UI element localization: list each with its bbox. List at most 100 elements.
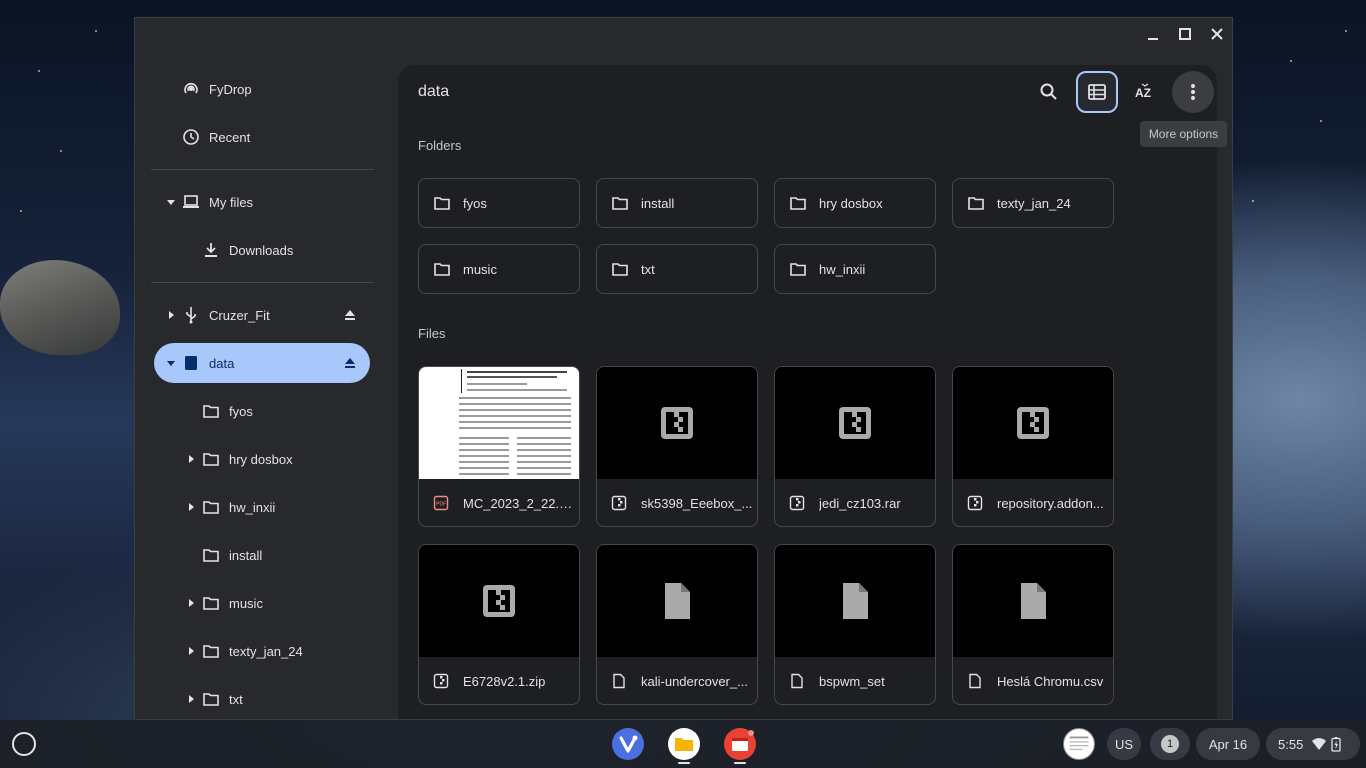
sidebar-item-folder[interactable]: install — [201, 535, 262, 575]
file-card[interactable]: kali-undercover_... — [596, 544, 758, 705]
folder-card[interactable]: hw_inxii — [774, 244, 936, 294]
folder-card[interactable]: hry dosbox — [774, 178, 936, 228]
generic-file-thumbnail — [953, 545, 1113, 657]
sidebar-item-label: data — [209, 355, 235, 371]
folder-icon — [434, 197, 450, 210]
sidebar-item-data[interactable]: data — [154, 343, 370, 383]
breadcrumb[interactable]: data — [418, 83, 449, 101]
more-options-tooltip: More options — [1140, 121, 1227, 147]
shelf: US 1 Apr 16 5:55 — [0, 720, 1366, 768]
terminal-app-icon[interactable] — [724, 728, 756, 760]
archive-icon — [611, 495, 627, 511]
minimize-icon[interactable] — [1142, 23, 1164, 45]
sidebar-item-folder[interactable]: txt — [201, 679, 243, 719]
sidebar-item-recent[interactable]: Recent — [181, 117, 250, 157]
sidebar-item-folder[interactable]: texty_jan_24 — [201, 631, 303, 671]
more-options-button[interactable] — [1172, 71, 1214, 113]
eject-icon[interactable] — [343, 308, 357, 322]
folder-card[interactable]: fyos — [418, 178, 580, 228]
expand-arrow-icon[interactable] — [186, 694, 196, 704]
folder-icon — [612, 263, 628, 276]
sidebar-item-folder[interactable]: hry dosbox — [201, 439, 293, 479]
sidebar: FyDrop Recent My files Downloads Cruzer_… — [135, 49, 397, 719]
archive-thumbnail — [775, 367, 935, 479]
expand-arrow-icon[interactable] — [186, 598, 196, 608]
sidebar-item-folder[interactable]: music — [201, 583, 263, 623]
folder-card[interactable]: txt — [596, 244, 758, 294]
notification-count-badge: 1 — [1161, 735, 1179, 753]
files-app-icon[interactable] — [668, 728, 700, 760]
archive-icon — [483, 585, 515, 617]
notification-counter[interactable]: 1 — [1150, 728, 1190, 760]
sidebar-item-label: Cruzer_Fit — [209, 307, 270, 323]
maximize-icon[interactable] — [1174, 23, 1196, 45]
keyboard-layout-indicator[interactable]: US — [1107, 728, 1141, 760]
sidebar-item-fydrop[interactable]: FyDrop — [181, 69, 252, 109]
archive-icon — [789, 495, 805, 511]
expand-arrow-icon[interactable] — [186, 646, 196, 656]
folders-section-label: Folders — [418, 138, 462, 153]
list-view-button[interactable] — [1076, 71, 1118, 113]
folder-icon — [201, 497, 221, 517]
sidebar-item-label: Downloads — [229, 242, 294, 258]
folder-card[interactable]: install — [596, 178, 758, 228]
sidebar-divider — [151, 169, 374, 170]
generic-file-thumbnail — [597, 545, 757, 657]
sidebar-item-downloads[interactable]: Downloads — [201, 230, 293, 270]
expand-arrow-icon[interactable] — [186, 502, 196, 512]
file-name: E6728v2.1.zip — [463, 673, 546, 689]
pdf-thumbnail — [419, 367, 579, 479]
archive-icon — [839, 407, 871, 439]
vivaldi-app-icon[interactable] — [612, 728, 644, 760]
sidebar-item-folder[interactable]: fyos — [201, 391, 253, 431]
folder-card[interactable]: music — [418, 244, 580, 294]
sidebar-item-my-files[interactable]: My files — [181, 182, 253, 222]
file-icon — [969, 673, 981, 689]
sidebar-item-label: music — [229, 595, 263, 611]
close-icon[interactable] — [1206, 23, 1228, 45]
sidebar-item-folder[interactable]: hw_inxii — [201, 487, 275, 527]
file-card[interactable]: repository.addon... — [952, 366, 1114, 527]
generic-file-thumbnail — [775, 545, 935, 657]
expand-arrow-icon[interactable] — [166, 310, 176, 320]
search-button[interactable] — [1028, 71, 1070, 113]
file-name: repository.addon... — [997, 495, 1104, 511]
sidebar-item-label: fyos — [229, 403, 253, 419]
screen-capture-thumbnail[interactable] — [1063, 728, 1095, 760]
status-tray[interactable]: 5:55 — [1266, 728, 1360, 760]
file-card[interactable]: sk5398_Eeebox_... — [596, 366, 758, 527]
sidebar-item-label: My files — [209, 194, 254, 210]
sidebar-item-label: install — [229, 547, 263, 563]
list-view-icon — [1088, 84, 1106, 100]
date-tray[interactable]: Apr 16 — [1196, 728, 1260, 760]
file-name: jedi_cz103.rar — [819, 495, 901, 511]
sort-button[interactable]: AZ — [1124, 71, 1166, 113]
file-card[interactable]: bspwm_set — [774, 544, 936, 705]
file-name: bspwm_set — [819, 673, 885, 689]
file-card[interactable]: E6728v2.1.zip — [418, 544, 580, 705]
launcher-button[interactable] — [12, 732, 36, 756]
expand-arrow-icon[interactable] — [166, 197, 176, 207]
file-icon — [1021, 583, 1046, 619]
eject-icon[interactable] — [343, 356, 357, 370]
folder-icon — [434, 263, 450, 276]
folder-icon — [201, 593, 221, 613]
folder-name: texty_jan_24 — [997, 195, 1071, 211]
more-vert-icon — [1191, 84, 1195, 100]
sidebar-item-label: txt — [229, 691, 243, 707]
file-card[interactable]: Heslá Chromu.csv — [952, 544, 1114, 705]
title-bar[interactable] — [135, 18, 1232, 49]
folder-name: install — [641, 195, 675, 211]
file-icon — [843, 583, 868, 619]
expand-arrow-icon[interactable] — [166, 358, 176, 368]
download-icon — [201, 240, 221, 260]
folder-name: hw_inxii — [819, 261, 866, 277]
archive-thumbnail — [419, 545, 579, 657]
file-card[interactable]: jedi_cz103.rar — [774, 366, 936, 527]
folder-card[interactable]: texty_jan_24 — [952, 178, 1114, 228]
app-running-indicator — [734, 762, 746, 764]
file-card[interactable]: PDF MC_2023_2_22.pdf — [418, 366, 580, 527]
sidebar-item-cruzer-fit[interactable]: Cruzer_Fit — [181, 295, 361, 335]
expand-arrow-icon[interactable] — [186, 454, 196, 464]
folder-icon — [201, 689, 221, 709]
